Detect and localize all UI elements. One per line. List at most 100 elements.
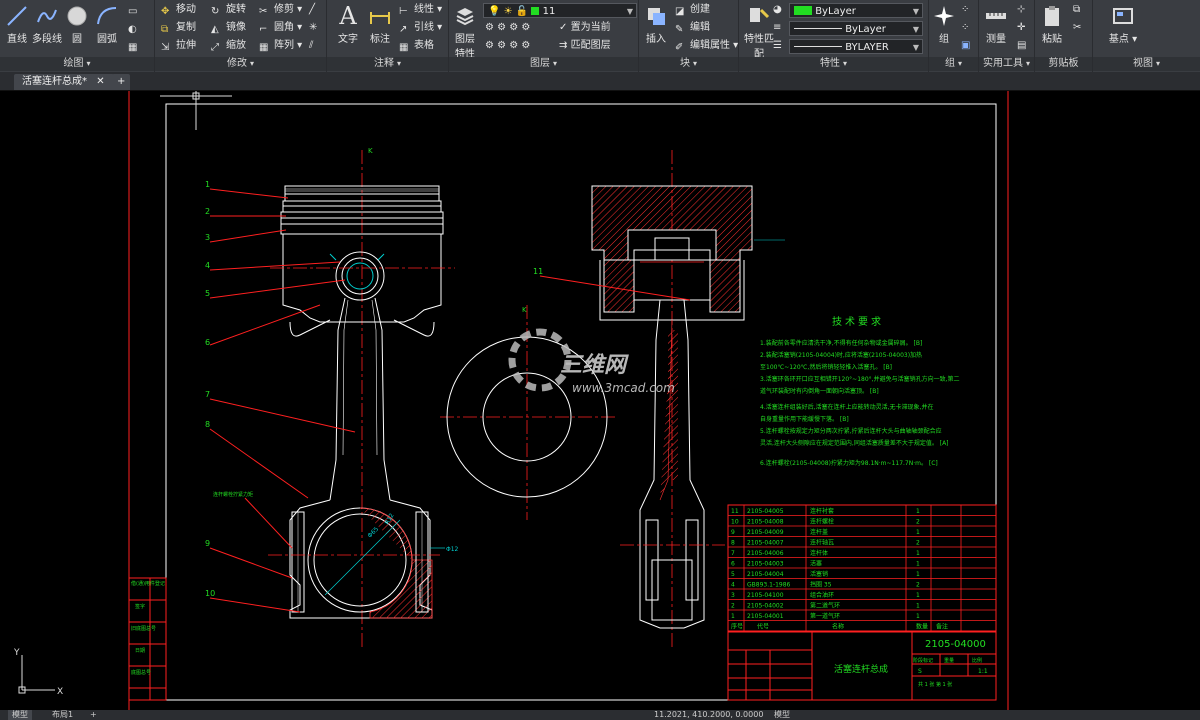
lineweight-dropdown[interactable]: BYLAYER ▼ bbox=[789, 39, 923, 54]
base-tool[interactable]: 基点 ▾ bbox=[1103, 4, 1143, 45]
piston-front-view[interactable]: K Φ65 Φ12 R12 bbox=[268, 147, 459, 650]
modify-group-title[interactable]: 修改 ▾ bbox=[155, 57, 326, 71]
util-extra-1[interactable]: ⊹ bbox=[1017, 2, 1025, 18]
layer-name: 11 bbox=[542, 6, 556, 17]
arc-tool[interactable]: 圆弧 bbox=[92, 4, 122, 45]
bom-cell: 2105-04002 bbox=[747, 603, 784, 610]
add-layout-tab[interactable]: + bbox=[86, 710, 101, 720]
leader-tool[interactable]: ↗ 引线 ▾ bbox=[399, 20, 442, 36]
array-tool[interactable]: ▦ 阵列 ▾ bbox=[259, 38, 302, 54]
svg-text:自身重量作用下能缓慢下落。 [B]: 自身重量作用下能缓慢下落。 [B] bbox=[760, 415, 849, 423]
left-label-0: 借(通)用件登记 bbox=[131, 580, 165, 587]
measure-tool[interactable]: 测量 bbox=[981, 4, 1011, 45]
line-tool[interactable]: 直线 bbox=[2, 4, 32, 45]
calculator-icon[interactable]: ▤ bbox=[1017, 38, 1026, 54]
block-group-title[interactable]: 块 ▾ bbox=[639, 57, 738, 71]
bom-cell: 第一道气环 bbox=[810, 612, 840, 620]
close-icon[interactable]: ✕ bbox=[96, 76, 104, 87]
clipboard-icon bbox=[1045, 6, 1059, 26]
linetype-dropdown[interactable]: ByLayer ▼ bbox=[789, 21, 923, 36]
group-extra-1[interactable]: ⁘ bbox=[961, 2, 969, 18]
utilities-group-title[interactable]: 实用工具 ▾ bbox=[979, 57, 1034, 71]
match-props-tool[interactable]: 特性匹配 bbox=[741, 4, 777, 60]
mirror-tool[interactable]: ◭ 镜像 bbox=[211, 20, 246, 36]
clipboard-group-title[interactable]: 剪贴板 bbox=[1035, 57, 1092, 71]
svg-text:6.连杆螺栓(2105-04008)拧紧力矩为98.1N·m: 6.连杆螺栓(2105-04008)拧紧力矩为98.1N·m~117.7N·m。… bbox=[760, 459, 938, 467]
polyline-tool[interactable]: 多段线 bbox=[32, 4, 62, 45]
paste-tool[interactable]: 粘贴 bbox=[1037, 4, 1067, 45]
bom-cell: 10 bbox=[731, 519, 739, 526]
ucs-icon: Y X bbox=[13, 648, 63, 697]
lineweight-icon[interactable]: ☰ bbox=[773, 38, 782, 54]
offset-tool[interactable]: ⫽ bbox=[309, 38, 313, 54]
set-current-tool[interactable]: ✓ 置为当前 bbox=[559, 20, 611, 36]
edit-block-tool[interactable]: ✎ 编辑 bbox=[675, 20, 710, 36]
bom-cell: 1 bbox=[916, 592, 920, 599]
bom-cell: 2 bbox=[916, 519, 920, 526]
layers-group: 图层特性 💡 ☀ 🔓 11 ▼ ⚙ ⚙ ⚙ ⚙ ✓ 置为当前 ⚙ ⚙ ⚙ ⚙ ⇉… bbox=[449, 0, 639, 72]
layout1-tab[interactable]: 布局1 bbox=[48, 710, 77, 720]
trim-tool[interactable]: ✂ 修剪 ▾ bbox=[259, 2, 302, 18]
move-tool[interactable]: ✥ 移动 bbox=[161, 2, 196, 18]
fillet-tool[interactable]: ⌐ 圆角 ▾ bbox=[259, 20, 302, 36]
groups-group-title[interactable]: 组 ▾ bbox=[929, 57, 978, 71]
draw-extra-1[interactable]: ▭ bbox=[128, 4, 137, 20]
group-select-icon[interactable]: ▣ bbox=[961, 38, 970, 54]
left-label-3: 日期 bbox=[135, 648, 145, 654]
bom-cell: 2105-04100 bbox=[747, 592, 784, 599]
scale-tool[interactable]: ⤢ 缩放 bbox=[211, 38, 246, 54]
group-tool[interactable]: 组 bbox=[929, 4, 959, 45]
util-extra-2[interactable]: ✛ bbox=[1017, 20, 1025, 36]
new-tab-button[interactable]: + bbox=[112, 74, 131, 90]
draw-extra-3[interactable]: ▦ bbox=[128, 40, 137, 56]
edit-attr-icon: ✐ bbox=[675, 42, 684, 53]
erase-tool[interactable]: ╱ bbox=[309, 2, 315, 18]
draw-extra-2[interactable]: ◐ bbox=[128, 22, 137, 38]
layer-tools-row2[interactable]: ⚙ ⚙ ⚙ ⚙ bbox=[485, 38, 530, 54]
stretch-tool[interactable]: ⇲ 拉伸 bbox=[161, 38, 196, 54]
group-extra-2[interactable]: ⁘ bbox=[961, 20, 969, 36]
layers-group-title[interactable]: 图层 ▾ bbox=[449, 57, 638, 71]
drawing-canvas[interactable]: 借(通)用件登记 签字 旧底图总号 日期 底图总号 K Φ65 Φ12 R12 … bbox=[0, 91, 1200, 710]
edit-block-icon: ✎ bbox=[675, 24, 684, 35]
annotation-group-title[interactable]: 注释 ▾ bbox=[327, 57, 448, 71]
create-block-tool[interactable]: ◪ 创建 bbox=[675, 2, 710, 18]
table-tool[interactable]: ▦ 表格 bbox=[399, 38, 434, 54]
properties-group-title[interactable]: 特性 ▾ bbox=[739, 57, 928, 71]
bom-table: 11 2105-04005 连杆衬套 110 2105-04008 连杆螺栓 29 2105-… bbox=[727, 504, 997, 632]
bom-cell: 1 bbox=[731, 613, 735, 620]
edit-attr-tool[interactable]: ✐ 编辑属性 ▾ bbox=[675, 38, 738, 54]
copy-tool[interactable]: ⧉ 复制 bbox=[161, 20, 196, 36]
create-block-icon: ◪ bbox=[675, 6, 685, 17]
color-dropdown[interactable]: ByLayer ▼ bbox=[789, 3, 923, 18]
model-space-button[interactable]: 模型 bbox=[770, 710, 794, 720]
cut-icon[interactable]: ✂ bbox=[1073, 20, 1081, 36]
file-tab-active[interactable]: 活塞连杆总成* ✕ bbox=[14, 74, 114, 90]
insert-tool[interactable]: 插入 bbox=[641, 4, 671, 45]
bom-header-cell: 代号 bbox=[757, 623, 769, 631]
linetype-icon[interactable]: ≡ bbox=[773, 20, 781, 36]
left-label-2: 旧底图总号 bbox=[131, 625, 156, 632]
dimension-tool[interactable]: 标注 bbox=[365, 4, 395, 45]
draw-group-title[interactable]: 绘图 ▾ bbox=[0, 57, 154, 71]
stretch-icon: ⇲ bbox=[161, 42, 170, 53]
svg-text:至100℃~120℃,然后将销轻轻推入活塞孔。 [B]: 至100℃~120℃,然后将销轻轻推入活塞孔。 [B] bbox=[760, 363, 892, 371]
text-tool[interactable]: A 文字 bbox=[333, 4, 363, 45]
move-icon: ✥ bbox=[161, 6, 170, 17]
copy-clip-icon[interactable]: ⧉ bbox=[1073, 2, 1080, 18]
side-note: 连杆螺栓拧紧力矩 bbox=[213, 491, 253, 498]
rotate-tool[interactable]: ↻ 旋转 bbox=[211, 2, 246, 18]
layer-dropdown[interactable]: 💡 ☀ 🔓 11 ▼ bbox=[483, 3, 637, 18]
linear-tool[interactable]: ⊢ 线性 ▾ bbox=[399, 2, 442, 18]
match-layer-tool[interactable]: ⇉ 匹配图层 bbox=[559, 38, 611, 54]
bom-cell: 1 bbox=[916, 550, 920, 557]
circle-label: 圆 bbox=[72, 34, 82, 45]
lineweight-sample bbox=[794, 46, 842, 47]
layer-props-tool[interactable]: 图层特性 bbox=[451, 4, 479, 60]
explode-tool[interactable]: ✳ bbox=[309, 20, 317, 36]
view-group-title[interactable]: 视图 ▾ bbox=[1093, 57, 1200, 71]
layer-tools-row1[interactable]: ⚙ ⚙ ⚙ ⚙ bbox=[485, 20, 530, 36]
model-tab[interactable]: 模型 bbox=[8, 710, 32, 720]
circle-tool[interactable]: 圆 bbox=[62, 4, 92, 45]
color-wheel-icon[interactable]: ◕ bbox=[773, 2, 782, 18]
